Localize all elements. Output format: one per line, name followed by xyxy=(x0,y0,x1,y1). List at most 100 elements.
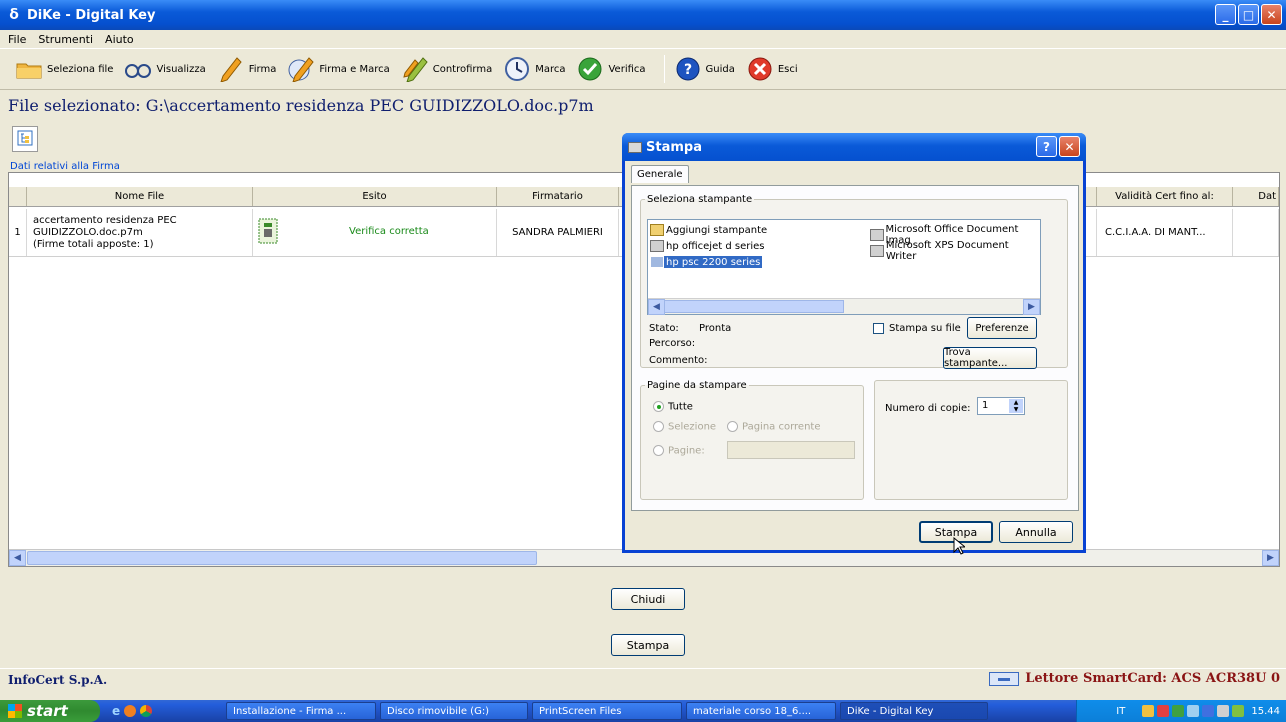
stato-label: Stato: xyxy=(649,323,679,334)
scroll-left-icon[interactable]: ◀ xyxy=(648,299,665,315)
tray-icon[interactable] xyxy=(1217,705,1230,717)
chiudi-button[interactable]: Chiudi xyxy=(611,588,685,610)
dialog-annulla-button[interactable]: Annulla xyxy=(999,521,1073,543)
trova-stampante-button[interactable]: Trova stampante... xyxy=(943,347,1037,369)
copies-label: Numero di copie: xyxy=(885,403,971,414)
status-bar: InfoCert S.p.A. Lettore SmartCard: ACS A… xyxy=(0,668,1286,692)
seleziona-file-button[interactable]: Seleziona file xyxy=(14,54,113,84)
printer-list[interactable]: Aggiungi stampante hp officejet d series… xyxy=(647,219,1041,315)
scroll-left-icon[interactable]: ◀ xyxy=(9,550,26,566)
radio-icon xyxy=(653,421,664,432)
menu-strumenti[interactable]: Strumenti xyxy=(38,33,93,46)
chrome-icon[interactable] xyxy=(140,705,153,717)
minimize-button[interactable]: _ xyxy=(1215,4,1236,25)
tray-icon[interactable] xyxy=(1157,705,1170,717)
signature-data-label: Dati relativi alla Firma xyxy=(10,161,120,172)
verifica-button[interactable]: Verifica xyxy=(575,54,646,84)
ie-icon[interactable]: e xyxy=(112,704,120,718)
tray-icon[interactable] xyxy=(1232,705,1245,717)
copies-group: Numero di copie: 1 ▲ ▼ xyxy=(874,380,1068,500)
taskbar: start e Installazione - Firma ... Disco … xyxy=(0,700,1286,722)
pages-input[interactable] xyxy=(727,441,855,459)
grid-header-esito[interactable]: Esito xyxy=(253,187,497,206)
pagine-radio[interactable]: Pagine: xyxy=(653,445,705,457)
selected-file-label: File selezionato: G:\accertamento reside… xyxy=(8,96,594,115)
task-printscreen-files[interactable]: PrintScreen Files xyxy=(532,702,682,720)
grid-header-validita[interactable]: Validità Cert fino al: xyxy=(1097,187,1233,206)
print-to-file-checkbox[interactable]: Stampa su file xyxy=(873,323,961,334)
radio-icon xyxy=(653,445,664,456)
tray-icon[interactable] xyxy=(1202,705,1215,717)
start-button[interactable]: start xyxy=(0,700,100,722)
list-item[interactable]: hp officejet d series xyxy=(650,240,764,252)
firma-button[interactable]: Firma xyxy=(216,54,276,84)
visualizza-button[interactable]: Visualizza xyxy=(123,54,206,84)
exit-icon xyxy=(745,54,775,84)
maximize-button[interactable]: □ xyxy=(1238,4,1259,25)
marca-button[interactable]: Marca xyxy=(502,54,565,84)
tray-icon[interactable] xyxy=(1142,705,1155,717)
firefox-icon[interactable] xyxy=(124,705,137,717)
dialog-close-button[interactable]: ✕ xyxy=(1059,136,1080,157)
guida-button[interactable]: ? Guida xyxy=(673,54,735,84)
stampa-main-button[interactable]: Stampa xyxy=(611,634,685,656)
tray-icon[interactable] xyxy=(1187,705,1200,717)
close-button[interactable]: ✕ xyxy=(1261,4,1282,25)
language-indicator[interactable]: IT xyxy=(1116,706,1125,717)
radio-icon xyxy=(727,421,738,432)
grid-header-data[interactable]: Dat xyxy=(1233,187,1279,206)
toolbar-separator xyxy=(663,55,665,83)
copies-stepper[interactable]: 1 ▲ ▼ xyxy=(977,397,1025,415)
stepper-up-icon[interactable]: ▲ xyxy=(1009,399,1023,406)
printer-list-scrollbar[interactable]: ◀ ▶ xyxy=(648,298,1040,315)
row-index: 1 xyxy=(9,209,27,256)
row-issuer: C.C.I.A.A. DI MANT... xyxy=(1097,209,1233,256)
pages-group-label: Pagine da stampare xyxy=(647,380,747,391)
preferenze-button[interactable]: Preferenze xyxy=(967,317,1037,339)
system-tray: IT 15.44 xyxy=(1076,700,1286,722)
row-firmatario: SANDRA PALMIERI xyxy=(497,209,619,256)
controfirma-button[interactable]: Controfirma xyxy=(400,54,492,84)
pagina-corrente-radio[interactable]: Pagina corrente xyxy=(727,421,821,433)
print-dialog-title: Stampa xyxy=(646,139,702,155)
scroll-thumb[interactable] xyxy=(27,551,537,565)
grid-header-firmatario[interactable]: Firmatario xyxy=(497,187,619,206)
firma-e-marca-button[interactable]: Firma e Marca xyxy=(286,54,390,84)
mouse-cursor-icon xyxy=(953,536,967,558)
pen-icon xyxy=(216,54,246,84)
menu-aiuto[interactable]: Aiuto xyxy=(105,33,134,46)
list-item[interactable]: Aggiungi stampante xyxy=(650,224,767,236)
printer-icon xyxy=(650,240,664,252)
clock: 15.44 xyxy=(1251,705,1280,717)
tree-view-button[interactable] xyxy=(12,126,38,152)
task-disco-rimovibile[interactable]: Disco rimovibile (G:) xyxy=(380,702,528,720)
selezione-radio[interactable]: Selezione xyxy=(653,421,716,433)
dike-logo-icon: δ xyxy=(9,7,19,23)
window-title: DiKe - Digital Key xyxy=(27,7,156,23)
printer-icon xyxy=(650,256,664,268)
scroll-right-icon[interactable]: ▶ xyxy=(1023,299,1040,315)
dialog-help-button[interactable]: ? xyxy=(1036,136,1057,157)
stepper-down-icon[interactable]: ▼ xyxy=(1009,406,1023,413)
esci-button[interactable]: Esci xyxy=(745,54,798,84)
scroll-right-icon[interactable]: ▶ xyxy=(1262,550,1279,566)
help-icon: ? xyxy=(673,54,703,84)
check-icon xyxy=(575,54,605,84)
tab-generale[interactable]: Generale xyxy=(631,165,689,183)
verification-status: Verifica corretta xyxy=(349,226,429,237)
list-item[interactable]: Microsoft XPS Document Writer xyxy=(870,240,1040,262)
commento-label: Commento: xyxy=(649,355,708,366)
task-materiale-corso[interactable]: materiale corso 18_6.... xyxy=(686,702,836,720)
grid-header-nome-file[interactable]: Nome File xyxy=(27,187,253,206)
title-bar: δ DiKe - Digital Key _ □ ✕ xyxy=(0,0,1286,30)
tray-icon[interactable] xyxy=(1172,705,1185,717)
list-item-selected[interactable]: hp psc 2200 series xyxy=(650,256,763,268)
stato-value: Pronta xyxy=(699,323,732,334)
row-esito: Verifica corretta xyxy=(253,209,497,256)
menu-file[interactable]: File xyxy=(8,33,26,46)
tutte-radio[interactable]: Tutte xyxy=(653,401,693,413)
task-dike[interactable]: DiKe - Digital Key xyxy=(840,702,988,720)
task-installazione[interactable]: Installazione - Firma ... xyxy=(226,702,376,720)
scroll-thumb[interactable] xyxy=(664,300,844,313)
toolbar: Seleziona file Visualizza Firma Firma e … xyxy=(0,48,1286,90)
